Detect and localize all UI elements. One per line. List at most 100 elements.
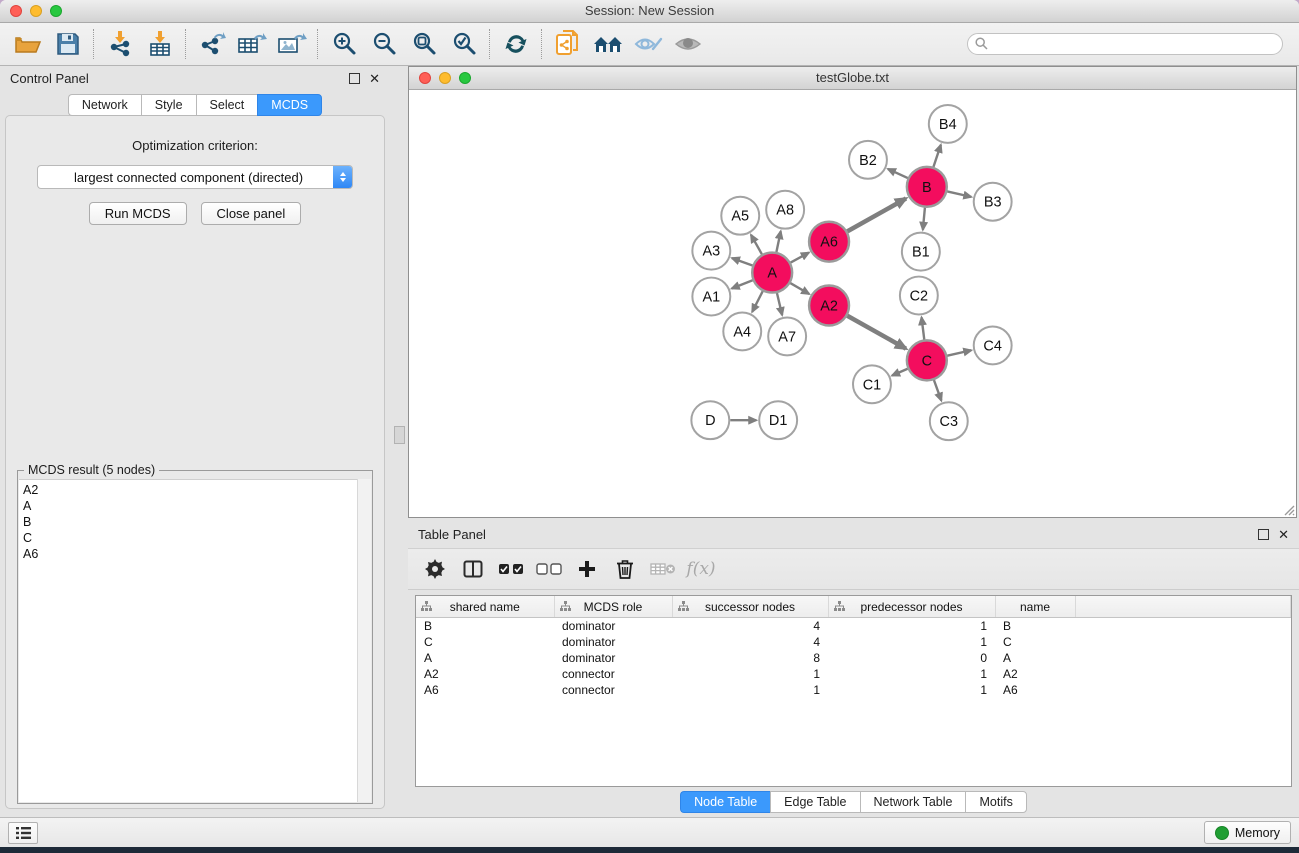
mcds-result-item[interactable]: B bbox=[23, 514, 371, 530]
graph-node-A6[interactable]: A6 bbox=[809, 222, 849, 262]
table-row[interactable]: A2connector11A2 bbox=[416, 666, 1291, 682]
export-network-icon[interactable] bbox=[192, 27, 232, 61]
table-cell[interactable]: 0 bbox=[828, 650, 995, 666]
graph-node-B1[interactable]: B1 bbox=[902, 233, 940, 271]
task-history-button[interactable] bbox=[8, 822, 38, 844]
hide-unselected-icon[interactable] bbox=[628, 27, 668, 61]
search-input[interactable] bbox=[967, 33, 1283, 55]
graph-node-A5[interactable]: A5 bbox=[721, 197, 759, 235]
graph-edge-B-B1[interactable] bbox=[923, 208, 925, 230]
graph-edge-A-A8[interactable] bbox=[776, 231, 780, 252]
open-session-icon[interactable] bbox=[8, 27, 48, 61]
table-cell[interactable]: dominator bbox=[554, 650, 672, 666]
graph-node-C2[interactable]: C2 bbox=[900, 277, 938, 315]
table-row[interactable]: Adominator80A bbox=[416, 650, 1291, 666]
graph-edge-A-A4[interactable] bbox=[752, 291, 762, 312]
panel-splitter[interactable] bbox=[390, 66, 408, 817]
column-header-MCDS-role[interactable]: MCDS role bbox=[554, 596, 672, 618]
toggle-column-panel-icon[interactable] bbox=[458, 555, 488, 583]
graph-node-D1[interactable]: D1 bbox=[759, 401, 797, 439]
table-cell[interactable]: 1 bbox=[828, 682, 995, 698]
memory-button[interactable]: Memory bbox=[1204, 821, 1291, 844]
result-scrollbar[interactable] bbox=[357, 479, 371, 802]
function-builder-icon[interactable]: f(x) bbox=[686, 555, 716, 583]
graph-node-A7[interactable]: A7 bbox=[768, 317, 806, 355]
table-cell[interactable]: A6 bbox=[416, 682, 554, 698]
table-cell[interactable]: dominator bbox=[554, 618, 672, 635]
table-cell[interactable]: connector bbox=[554, 666, 672, 682]
select-all-checkboxes-icon[interactable] bbox=[496, 555, 526, 583]
table-cell[interactable]: A2 bbox=[416, 666, 554, 682]
settings-gear-icon[interactable] bbox=[420, 555, 450, 583]
close-panel-icon[interactable]: ✕ bbox=[369, 74, 380, 83]
tab-select[interactable]: Select bbox=[196, 94, 258, 116]
graph-edge-A6-B[interactable] bbox=[847, 198, 906, 231]
table-cell[interactable]: 1 bbox=[828, 634, 995, 650]
delete-table-icon[interactable] bbox=[648, 555, 678, 583]
table-cell[interactable]: C bbox=[995, 634, 1075, 650]
graph-edge-C-C2[interactable] bbox=[922, 317, 925, 339]
splitter-handle[interactable] bbox=[394, 426, 405, 444]
table-cell[interactable]: A bbox=[416, 650, 554, 666]
table-cell[interactable]: 1 bbox=[828, 618, 995, 635]
zoom-selected-icon[interactable] bbox=[444, 27, 484, 61]
graph-edge-A-A3[interactable] bbox=[732, 258, 753, 265]
table-row[interactable]: A6connector11A6 bbox=[416, 682, 1291, 698]
graph-node-A2[interactable]: A2 bbox=[809, 286, 849, 326]
graph-node-B[interactable]: B bbox=[907, 167, 947, 207]
graph-node-B3[interactable]: B3 bbox=[974, 183, 1012, 221]
table-cell[interactable]: 4 bbox=[672, 618, 828, 635]
column-header-name[interactable]: name bbox=[995, 596, 1075, 618]
graph-node-A4[interactable]: A4 bbox=[723, 312, 761, 350]
tab-network-table[interactable]: Network Table bbox=[860, 791, 966, 813]
title-bar[interactable]: Session: New Session bbox=[0, 0, 1299, 23]
graph-node-A1[interactable]: A1 bbox=[692, 278, 730, 316]
column-header-shared-name[interactable]: shared name bbox=[416, 596, 554, 618]
table-cell[interactable]: B bbox=[995, 618, 1075, 635]
graph-node-C4[interactable]: C4 bbox=[974, 326, 1012, 364]
table-cell[interactable]: A bbox=[995, 650, 1075, 666]
deselect-all-checkboxes-icon[interactable] bbox=[534, 555, 564, 583]
table-cell[interactable]: 1 bbox=[672, 682, 828, 698]
table-cell[interactable]: 1 bbox=[672, 666, 828, 682]
close-table-panel-icon[interactable]: ✕ bbox=[1278, 530, 1289, 539]
graph-node-A[interactable]: A bbox=[752, 253, 792, 293]
float-panel-icon[interactable] bbox=[349, 73, 360, 84]
export-image-icon[interactable] bbox=[272, 27, 312, 61]
zoom-in-icon[interactable] bbox=[324, 27, 364, 61]
network-window-titlebar[interactable]: testGlobe.txt bbox=[409, 67, 1296, 90]
graph-node-B2[interactable]: B2 bbox=[849, 141, 887, 179]
mcds-result-item[interactable]: A2 bbox=[23, 482, 371, 498]
graph-node-C[interactable]: C bbox=[907, 340, 947, 380]
table-row[interactable]: Bdominator41B bbox=[416, 618, 1291, 635]
graph-edge-A2-C[interactable] bbox=[847, 316, 906, 349]
network-canvas[interactable]: B4B2BB3B1A5A8A3A6AA1A4A7A2C2C4CC1C3DD1 bbox=[409, 90, 1296, 517]
run-mcds-button[interactable]: Run MCDS bbox=[89, 202, 187, 225]
tab-edge-table[interactable]: Edge Table bbox=[770, 791, 859, 813]
graph-edge-B-B4[interactable] bbox=[933, 145, 940, 167]
graph-edge-A-A6[interactable] bbox=[791, 253, 809, 263]
tab-style[interactable]: Style bbox=[141, 94, 196, 116]
import-table-icon[interactable] bbox=[140, 27, 180, 61]
criterion-dropdown[interactable]: largest connected component (directed) bbox=[37, 165, 353, 189]
table-cell[interactable]: A2 bbox=[995, 666, 1075, 682]
graph-edge-C-C1[interactable] bbox=[892, 369, 908, 376]
mcds-result-list[interactable]: A2ABCA6 bbox=[19, 479, 371, 802]
table-cell[interactable]: dominator bbox=[554, 634, 672, 650]
graph-edge-A-A1[interactable] bbox=[732, 280, 753, 288]
graph-node-C1[interactable]: C1 bbox=[853, 365, 891, 403]
tab-mcds[interactable]: MCDS bbox=[257, 94, 322, 116]
column-header-successor-nodes[interactable]: successor nodes bbox=[672, 596, 828, 618]
graph-node-D[interactable]: D bbox=[691, 401, 729, 439]
zoom-out-icon[interactable] bbox=[364, 27, 404, 61]
graph-node-B4[interactable]: B4 bbox=[929, 105, 967, 143]
table-row[interactable]: Cdominator41C bbox=[416, 634, 1291, 650]
show-all-icon[interactable] bbox=[668, 27, 708, 61]
graph-node-A3[interactable]: A3 bbox=[692, 232, 730, 270]
add-column-icon[interactable] bbox=[572, 555, 602, 583]
graph-edge-A-A7[interactable] bbox=[777, 293, 782, 315]
mcds-result-item[interactable]: C bbox=[23, 530, 371, 546]
float-table-panel-icon[interactable] bbox=[1258, 529, 1269, 540]
graph-edge-B-B3[interactable] bbox=[947, 191, 971, 196]
graph-edge-A-A2[interactable] bbox=[790, 283, 809, 294]
